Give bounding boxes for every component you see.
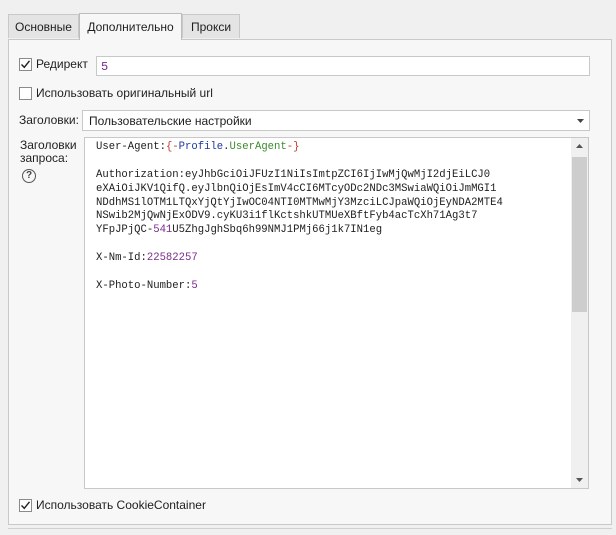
header-token: UserAgent: [229, 141, 287, 153]
headers-mode-select[interactable]: Пользовательские настройки: [82, 110, 590, 131]
checkmark-icon: [21, 60, 31, 69]
use-original-url-label: Использовать оригинальный url: [36, 86, 213, 100]
chevron-down-icon: [577, 119, 584, 123]
request-headers-label: Заголовки запроса:: [20, 139, 77, 165]
tab-basic[interactable]: Основные: [8, 14, 79, 38]
use-original-url-checkbox[interactable]: [19, 87, 32, 100]
header-line: NSwib2MjQwNjExODV9.cyKU3i1flKctshkUTMUeX…: [96, 210, 568, 224]
cookie-container-label: Использовать CookieContainer: [36, 498, 206, 512]
header-token: X-Photo-Number:: [96, 279, 192, 292]
header-token: -}: [286, 141, 300, 153]
header-line: [96, 238, 568, 252]
header-token: {-: [165, 141, 179, 153]
header-token: X-Nm-Id:: [96, 252, 147, 265]
header-token: 541: [153, 224, 173, 237]
request-headers-text[interactable]: User-Agent:{-Profile.UserAgent-} Authori…: [96, 141, 568, 294]
scroll-up-arrow-icon[interactable]: [576, 144, 583, 148]
cookie-container-checkbox[interactable]: [19, 499, 32, 512]
request-headers-editor[interactable]: User-Agent:{-Profile.UserAgent-} Authori…: [84, 137, 589, 489]
redirect-count-value: 5: [101, 60, 109, 74]
headers-mode-label: Заголовки:: [19, 113, 79, 127]
header-token: Authorization:eyJhbGciOiJFUzI1NiIsImtpZC…: [96, 168, 491, 181]
header-line: Authorization:eyJhbGciOiJFUzI1NiIsImtpZC…: [96, 169, 568, 183]
scrollbar-thumb[interactable]: [572, 157, 587, 312]
header-token: U5ZhgJghSbq6h99NMJ1PMj66j1k7IN1eg: [172, 224, 383, 237]
header-token: User-Agent:: [96, 141, 166, 153]
redirect-checkbox[interactable]: [19, 58, 32, 71]
bottom-divider: [8, 528, 612, 529]
scroll-down-arrow-icon[interactable]: [576, 478, 583, 482]
header-line: eXAiOiJKV1QifQ.eyJlbnQiOjEsImV4cCI6MTcyO…: [96, 183, 568, 197]
header-token: 22582257: [146, 252, 198, 265]
header-token: 5: [191, 279, 198, 292]
header-line: [96, 266, 568, 280]
headers-mode-value: Пользовательские настройки: [89, 114, 252, 128]
header-line: X-Photo-Number:5: [96, 280, 568, 294]
header-token: YFpJPjQC-: [96, 224, 154, 237]
checkmark-icon: [21, 501, 31, 510]
header-line: User-Agent:{-Profile.UserAgent-}: [96, 141, 568, 155]
tab-proxy[interactable]: Прокси: [182, 14, 240, 38]
header-token: eXAiOiJKV1QifQ.eyJlbnQiOjEsImV4cCI6MTcyO…: [96, 182, 497, 195]
header-line: YFpJPjQC-541U5ZhgJghSbq6h99NMJ1PMj66j1k7…: [96, 224, 568, 238]
header-line: X-Nm-Id:22582257: [96, 252, 568, 266]
redirect-count-input[interactable]: 5: [96, 56, 590, 76]
question-circle-icon[interactable]: ?: [22, 169, 36, 183]
vertical-scrollbar[interactable]: [571, 138, 588, 488]
tab-advanced[interactable]: Дополнительно: [79, 13, 182, 40]
request-headers-label-line2: запроса:: [20, 151, 69, 165]
redirect-label: Редирект: [36, 57, 88, 71]
header-token: Profile: [178, 141, 224, 153]
header-token: NSwib2MjQwNjExODV9.cyKU3i1flKctshkUTMUeX…: [96, 210, 478, 223]
header-token: NDdhMS1lOTM1LTQxYjQtYjIwOC04NTI0MTMwMjY3…: [96, 196, 503, 209]
header-line: NDdhMS1lOTM1LTQxYjQtYjIwOC04NTI0MTMwMjY3…: [96, 197, 568, 211]
header-line: [96, 155, 568, 169]
